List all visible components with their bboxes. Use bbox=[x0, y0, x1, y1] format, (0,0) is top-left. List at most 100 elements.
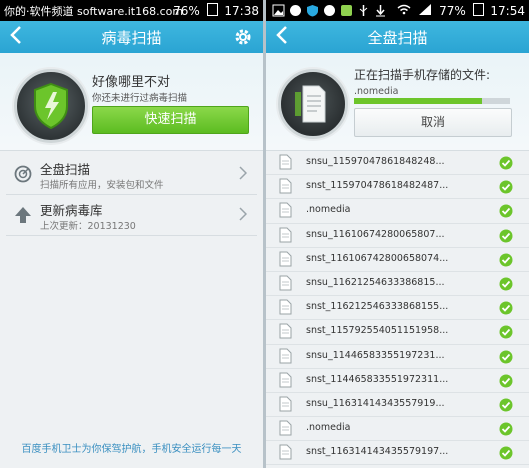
image-icon bbox=[272, 4, 285, 17]
list-item: snst_116314143435579​197... bbox=[266, 441, 529, 466]
file-name: .nomedia bbox=[306, 422, 351, 434]
file-name: snst_11610674280065807​4... bbox=[306, 252, 449, 264]
app-bar: 全盘扫描 bbox=[266, 21, 529, 53]
check-circle-icon bbox=[499, 397, 513, 412]
check-circle-icon bbox=[499, 300, 513, 315]
file-name: snsu_116314143435579​19... bbox=[306, 397, 445, 409]
signal-icon bbox=[419, 4, 435, 18]
file-icon bbox=[279, 396, 292, 412]
file-icon bbox=[279, 299, 292, 315]
file-name: snst_11621254633386815​5... bbox=[306, 301, 449, 313]
shield-badge bbox=[14, 69, 88, 143]
quick-scan-button[interactable]: 快速扫描 bbox=[92, 106, 249, 134]
file-icon bbox=[279, 275, 292, 291]
status-headline: 好像哪里不对 bbox=[92, 75, 171, 90]
check-circle-icon bbox=[499, 445, 513, 460]
upload-arrow-icon bbox=[14, 206, 32, 224]
battery-icon bbox=[206, 3, 218, 16]
file-icon bbox=[279, 444, 292, 460]
check-circle-icon bbox=[499, 252, 513, 267]
check-circle-icon bbox=[499, 155, 513, 170]
menu-item-title: 更新病毒库 bbox=[40, 203, 103, 218]
file-icon bbox=[279, 348, 292, 364]
file-icon bbox=[279, 178, 292, 194]
scan-progress-bar bbox=[354, 98, 510, 104]
list-item: snst_11597047861848248​7... bbox=[266, 175, 529, 200]
wifi-icon bbox=[397, 4, 415, 18]
check-circle-icon bbox=[499, 228, 513, 243]
check-circle-icon bbox=[499, 421, 513, 436]
check-circle-icon bbox=[499, 373, 513, 388]
file-icon bbox=[279, 323, 292, 339]
list-item: snsu_116106742800658​07... bbox=[266, 224, 529, 248]
check-circle-icon bbox=[499, 349, 513, 363]
check-circle-icon bbox=[499, 276, 513, 291]
battery-icon bbox=[472, 3, 484, 16]
full-scan-screen: 77% 17:54 全盘扫描 正在扫描手机存储的文件: .nomedia 取消 … bbox=[266, 0, 529, 468]
radar-icon bbox=[14, 165, 32, 183]
battery-level: 76% bbox=[173, 4, 200, 18]
status-subtext: 你还未进行过病毒扫描 bbox=[92, 93, 188, 104]
list-item: snsu_115970478618482​48... bbox=[266, 151, 529, 176]
clock: 17:38 bbox=[224, 4, 259, 18]
app-bar: 病毒扫描 bbox=[0, 21, 263, 53]
file-name: snsu_114465833551972​31... bbox=[306, 349, 445, 361]
scan-status-panel: 好像哪里不对 你还未进行过病毒扫描 快速扫描 bbox=[0, 53, 263, 151]
file-name: snsu_115970478618482​48... bbox=[306, 156, 445, 167]
file-icon bbox=[279, 227, 292, 243]
file-name: .nomedia bbox=[306, 204, 351, 216]
file-icon bbox=[279, 202, 292, 218]
cancel-button[interactable]: 取消 bbox=[354, 108, 512, 137]
status-bar: 77% 17:54 bbox=[266, 0, 529, 21]
list-item: .nomedia bbox=[266, 417, 529, 442]
page-title: 全盘扫描 bbox=[367, 29, 428, 47]
app-icon bbox=[340, 4, 353, 17]
list-item: snst_115792554051151​958... bbox=[266, 320, 529, 345]
menu-item-title: 全盘扫描 bbox=[40, 162, 91, 177]
scan-badge bbox=[278, 69, 348, 139]
antivirus-screen: 你的·软件频道 software.it168.com 76% 17:38 病毒扫… bbox=[0, 0, 263, 468]
list-item: snst_11621254633386815​5... bbox=[266, 296, 529, 321]
file-name: snst_116314143435579​197... bbox=[306, 446, 449, 458]
menu-item-subtitle: 上次更新：20131230 bbox=[40, 221, 136, 232]
file-name: snsu_116212546333868​15... bbox=[306, 276, 445, 288]
file-name: snst_11597047861848248​7... bbox=[306, 180, 449, 192]
scan-progress-fill bbox=[354, 98, 482, 104]
notification-icon bbox=[289, 4, 302, 17]
full-scan-item[interactable]: 全盘扫描 扫描所有应用，安装包和文件 bbox=[6, 155, 257, 195]
check-circle-icon bbox=[499, 203, 513, 218]
update-virus-db-item[interactable]: 更新病毒库 上次更新：20131230 bbox=[6, 196, 257, 236]
page-title: 病毒扫描 bbox=[101, 29, 162, 47]
battery-level: 77% bbox=[439, 4, 466, 18]
list-item: snsu_114465833551972​31... bbox=[266, 345, 529, 369]
document-icon bbox=[295, 85, 326, 123]
file-name: snsu_116106742800658​07... bbox=[306, 228, 445, 240]
check-circle-icon bbox=[499, 324, 513, 339]
list-item: snst_11610674280065807​4... bbox=[266, 248, 529, 272]
status-bar: 你的·软件频道 software.it168.com 76% 17:38 bbox=[0, 0, 263, 21]
file-name: snst_115792554051151​958... bbox=[306, 325, 449, 337]
scanned-file-list[interactable]: snsu_115970478618482​48... snst_115970478… bbox=[266, 151, 529, 466]
current-file: .nomedia bbox=[354, 86, 399, 97]
menu-item-subtitle: 扫描所有应用，安装包和文件 bbox=[40, 180, 164, 191]
file-name: snst_11446583355197231​1... bbox=[306, 373, 449, 385]
list-item: .nomedia bbox=[266, 199, 529, 224]
list-item: snsu_116314143435579​19... bbox=[266, 393, 529, 418]
check-circle-icon bbox=[499, 179, 513, 194]
chevron-right-icon bbox=[239, 206, 248, 225]
list-item: snsu_116212546333868​15... bbox=[266, 272, 529, 297]
gear-icon[interactable] bbox=[233, 27, 253, 47]
file-icon bbox=[279, 372, 292, 388]
notification-icon bbox=[323, 4, 336, 17]
shield-status-icon bbox=[306, 4, 319, 17]
scan-progress-panel: 正在扫描手机存储的文件: .nomedia 取消 bbox=[266, 53, 529, 151]
shield-icon bbox=[34, 82, 68, 130]
scan-status-text: 正在扫描手机存储的文件: bbox=[354, 68, 491, 82]
file-icon bbox=[279, 154, 292, 170]
usb-icon bbox=[357, 4, 370, 17]
chevron-right-icon bbox=[239, 165, 248, 184]
footer-slogan: 百度手机卫士为你保驾护航，手机安全运行每一天 bbox=[21, 444, 242, 455]
file-icon bbox=[279, 420, 292, 436]
list-item: snst_11446583355197231​1... bbox=[266, 369, 529, 393]
file-icon bbox=[279, 251, 292, 267]
